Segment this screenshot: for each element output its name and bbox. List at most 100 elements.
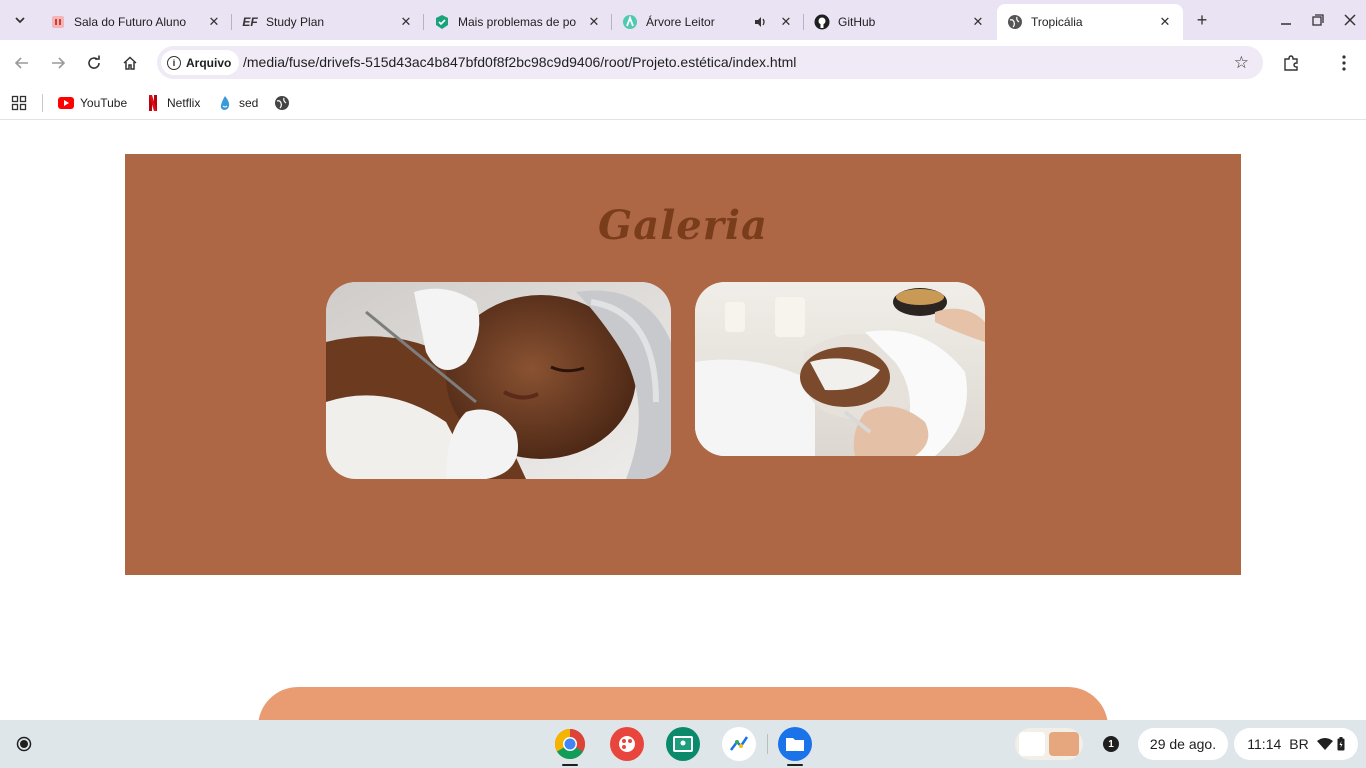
close-icon[interactable]: ✕ [1157, 14, 1173, 30]
tab-tropicalia[interactable]: Tropicália ✕ [997, 4, 1183, 40]
globe-icon [1007, 14, 1023, 30]
arrow-right-icon [52, 57, 66, 69]
thumbnail-1 [1019, 732, 1045, 756]
tab-search-button[interactable] [8, 8, 32, 32]
sed-icon [217, 95, 233, 111]
reload-button[interactable] [82, 51, 106, 75]
time-text: 11:14 [1247, 736, 1282, 752]
launcher-button[interactable] [8, 728, 40, 760]
apps-button[interactable] [11, 92, 27, 114]
shelf-divider [767, 734, 768, 754]
github-icon [814, 14, 830, 30]
wifi-icon [1316, 738, 1333, 750]
locale-text: BR [1289, 736, 1309, 752]
home-button[interactable] [118, 51, 142, 75]
chevron-down-icon [15, 17, 25, 24]
gallery-title: Galeria [598, 202, 768, 249]
notification-count: 1 [1103, 736, 1119, 752]
canvas-icon [619, 736, 635, 752]
bookmark-label: sed [239, 96, 259, 110]
tab-title: Study Plan [266, 15, 325, 29]
netflix-icon [145, 95, 161, 111]
extensions-button[interactable] [1279, 51, 1303, 75]
bookmark-label: YouTube [80, 96, 128, 110]
close-icon[interactable]: ✕ [778, 14, 794, 30]
tab-title: GitHub [838, 15, 876, 29]
globe-icon [274, 95, 290, 111]
canvas-app[interactable] [610, 727, 644, 761]
bookmark-star-icon[interactable]: ☆ [1234, 53, 1249, 73]
speaker-icon[interactable] [752, 14, 768, 30]
youtube-icon [58, 95, 74, 111]
cursive-icon [730, 736, 749, 751]
close-icon[interactable]: ✕ [586, 14, 602, 30]
new-tab-button[interactable]: + [1192, 10, 1212, 30]
status-tray[interactable]: 11:14 BR [1234, 728, 1358, 760]
forward-button[interactable] [46, 51, 70, 75]
home-icon [123, 56, 137, 70]
url-text[interactable]: /media/fuse/drivefs-515d43ac4b847bfd0f8f… [243, 54, 796, 70]
minimize-button[interactable] [1276, 10, 1296, 30]
files-icon [786, 738, 804, 751]
thumbnail-2 [1049, 732, 1079, 756]
holding-space-thumbnail[interactable] [1015, 728, 1083, 760]
site-info-chip[interactable]: i Arquivo [161, 50, 240, 75]
close-icon[interactable]: ✕ [970, 14, 986, 30]
date-text: 29 de ago. [1149, 736, 1217, 752]
tab-title: Árvore Leitor [646, 15, 715, 29]
bookmarks-bar: YouTube Netflix sed [0, 86, 1366, 120]
footer-bar [258, 687, 1108, 720]
running-indicator [787, 764, 803, 766]
gallery-section: Galeria [125, 154, 1241, 575]
info-icon: i [167, 55, 181, 70]
close-icon[interactable]: ✕ [398, 14, 414, 30]
tab-arvore-leitor[interactable]: Árvore Leitor ✕ [612, 4, 804, 40]
battery-icon [1337, 737, 1345, 751]
window-close-button[interactable] [1340, 10, 1360, 30]
bookmark-youtube[interactable]: YouTube [58, 92, 127, 114]
bookmark-globe[interactable] [274, 92, 296, 114]
tab-github[interactable]: GitHub ✕ [804, 4, 996, 40]
notification-button[interactable]: 1 [1094, 728, 1128, 760]
address-bar[interactable]: i Arquivo /media/fuse/drivefs-515d43ac4b… [157, 46, 1263, 79]
date-tray[interactable]: 29 de ago. [1138, 728, 1228, 760]
bookmark-sed[interactable]: sed [217, 92, 258, 114]
gallery-photo-facial-treatment-1 [326, 282, 671, 479]
close-icon[interactable]: ✕ [206, 14, 222, 30]
page-content: Galeria [0, 121, 1366, 720]
tab-title: Mais problemas de po [458, 15, 577, 29]
tab-sala-do-futuro[interactable]: Sala do Futuro Aluno ✕ [40, 4, 232, 40]
files-app[interactable] [778, 727, 812, 761]
classroom-app[interactable] [666, 727, 700, 761]
tab-title: Tropicália [1031, 15, 1083, 29]
restore-button[interactable] [1308, 10, 1328, 30]
arvore-favicon [622, 14, 638, 30]
bookmarks-divider [42, 94, 43, 112]
running-indicator [562, 764, 578, 766]
launcher-icon [16, 736, 32, 752]
back-button[interactable] [10, 51, 34, 75]
tab-study-plan[interactable]: EF Study Plan ✕ [232, 4, 424, 40]
shield-check-favicon [434, 14, 450, 30]
close-icon [1344, 14, 1356, 26]
tab-title: Sala do Futuro Aluno [74, 15, 187, 29]
bookmark-label: Netflix [167, 96, 201, 110]
cursive-app[interactable] [722, 727, 756, 761]
tab-strip: Sala do Futuro Aluno ✕ EF Study Plan ✕ M… [0, 0, 1366, 40]
chrome-icon [554, 729, 586, 760]
reload-icon [88, 55, 100, 69]
ef-favicon: EF [242, 15, 258, 29]
tab-mais-problemas[interactable]: Mais problemas de po ✕ [424, 4, 612, 40]
menu-button[interactable] [1332, 51, 1356, 75]
apps-grid-icon [11, 95, 27, 111]
bookmark-netflix[interactable]: Netflix [145, 92, 200, 114]
puzzle-icon [1284, 55, 1298, 71]
system-shelf: 1 29 de ago. 11:14 BR [0, 720, 1366, 768]
gallery-photo-facial-mask-2 [695, 282, 985, 456]
sala-futuro-favicon [50, 14, 66, 30]
minimize-icon [1281, 23, 1291, 25]
kebab-menu-icon [1342, 55, 1346, 71]
chrome-app[interactable] [553, 727, 587, 761]
arrow-left-icon [14, 57, 28, 69]
site-info-label: Arquivo [186, 55, 232, 70]
